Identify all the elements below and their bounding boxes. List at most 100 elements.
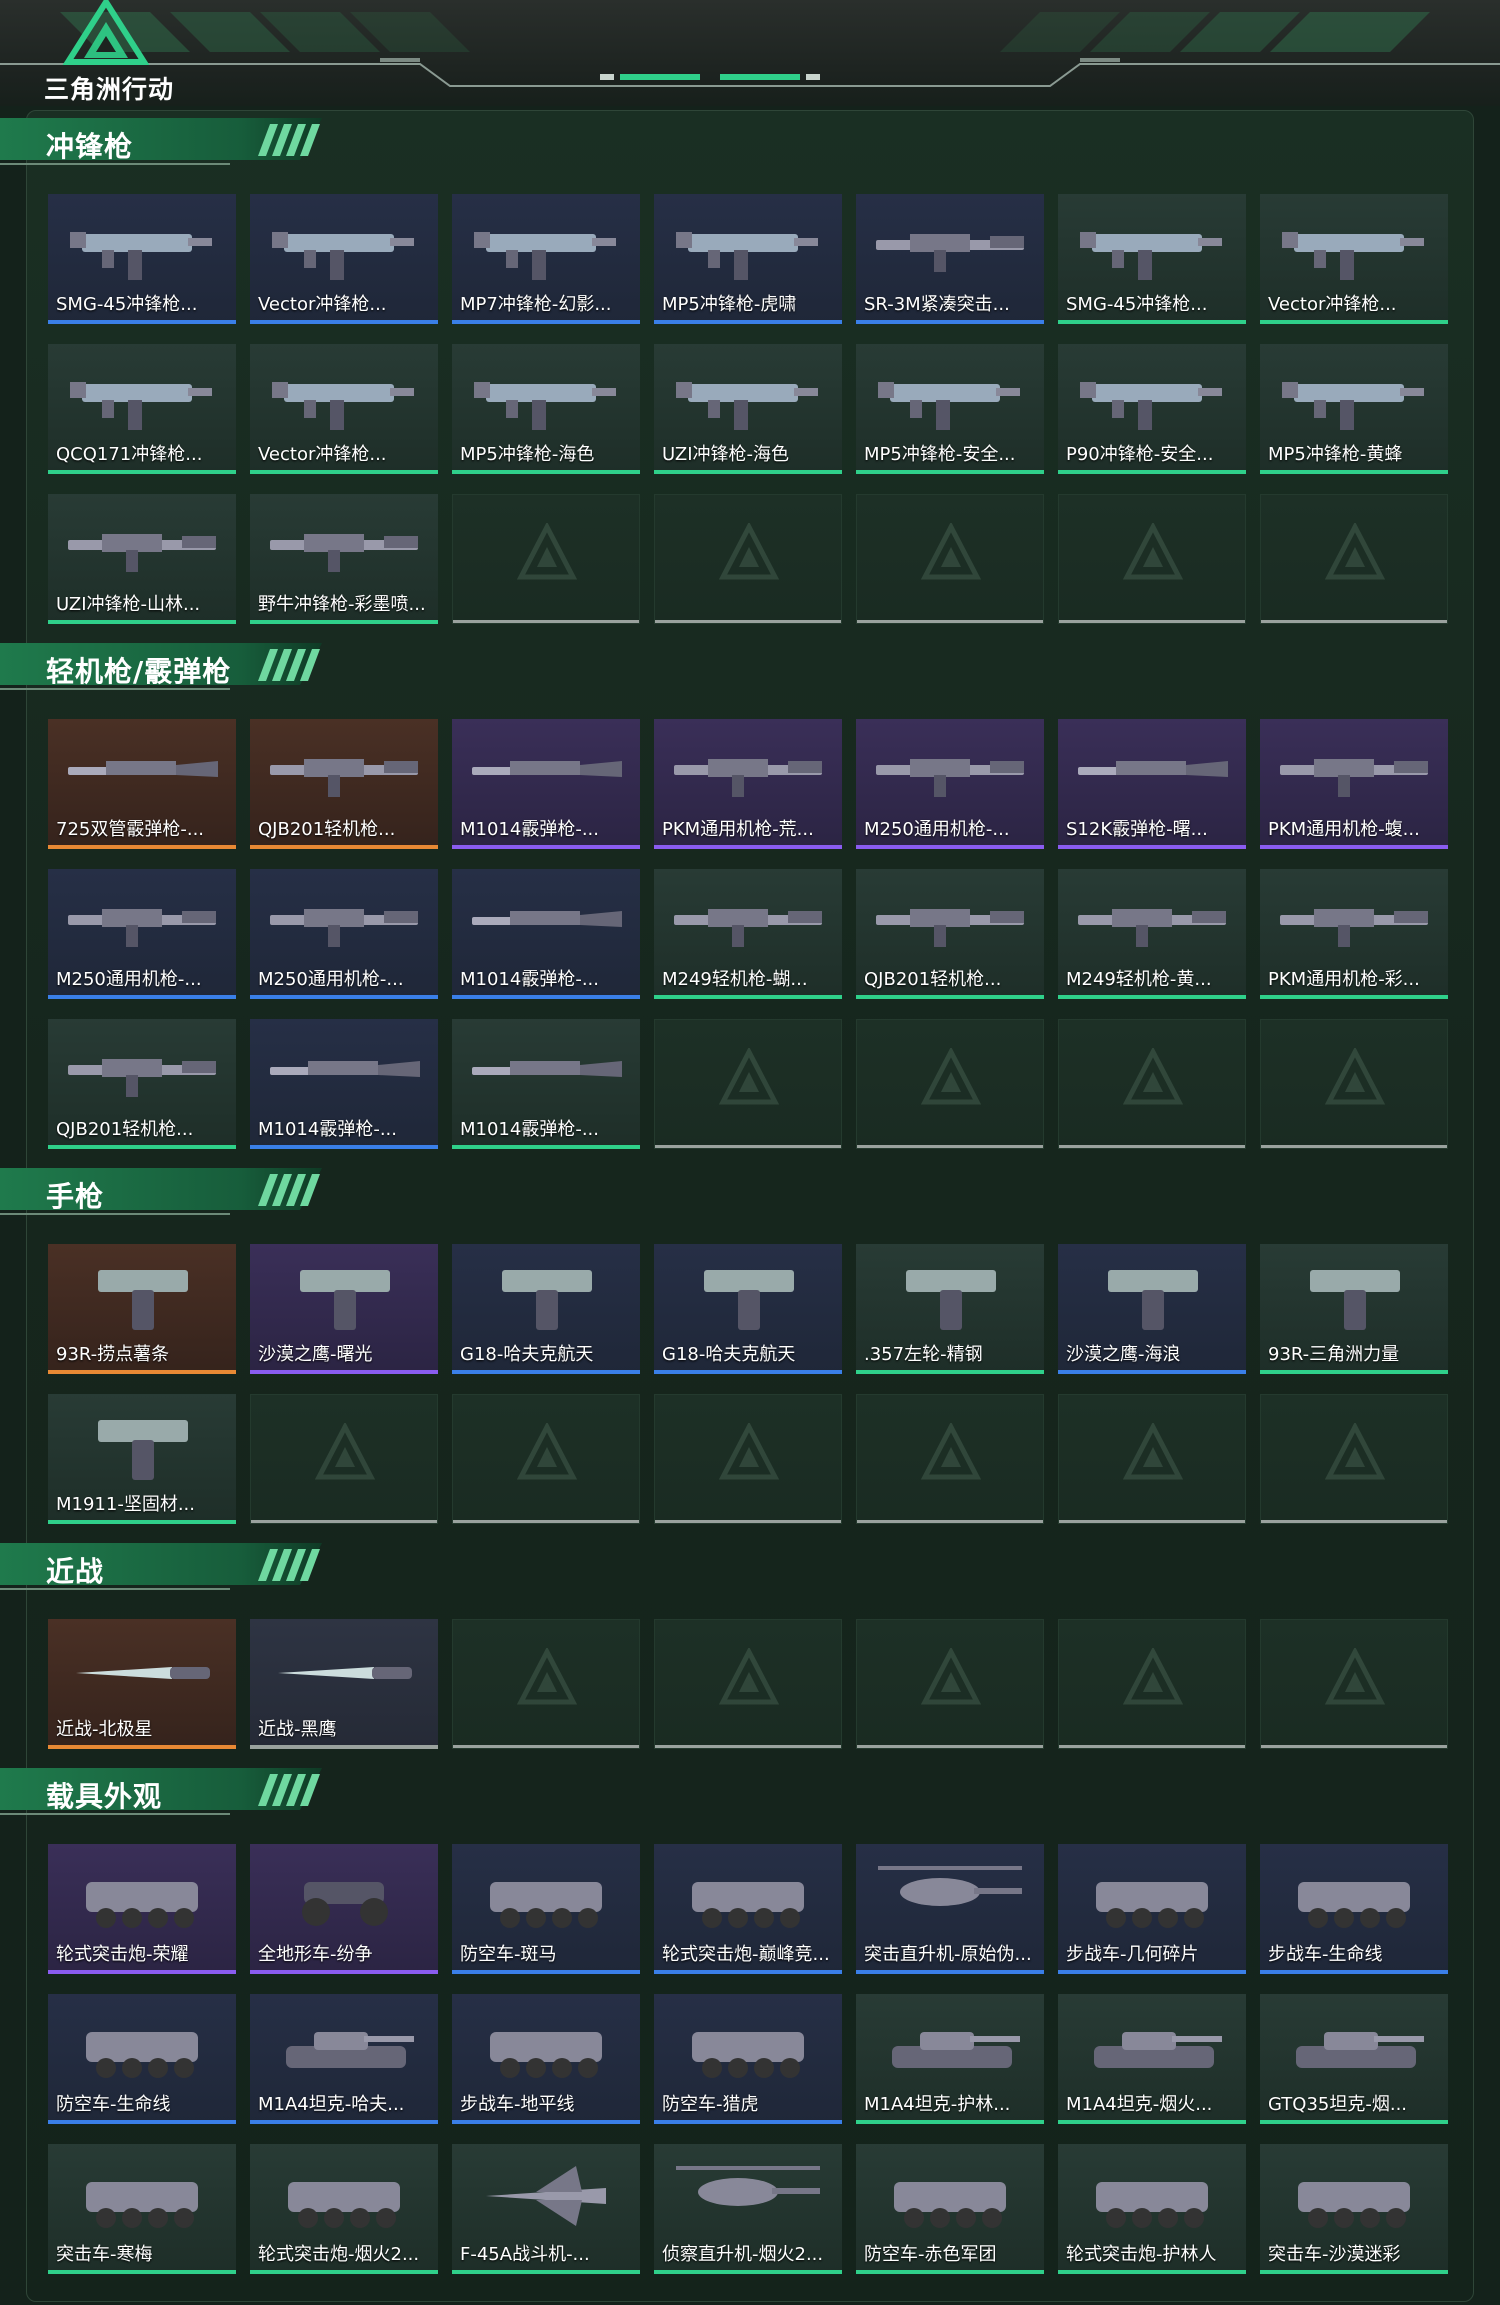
skin-name: QJB201轻机枪... — [258, 819, 396, 840]
skin-card[interactable]: 沙漠之鹰-曙光 — [250, 1244, 438, 1374]
shotgun-icon — [68, 761, 218, 777]
skin-card[interactable]: 轮式突击炮-巅峰竞... — [654, 1844, 842, 1974]
skin-name: P90冲锋枪-安全... — [1066, 444, 1214, 465]
skin-card[interactable]: MP5冲锋枪-黄蜂 — [1260, 344, 1448, 474]
skin-card[interactable]: SMG-45冲锋枪... — [48, 194, 236, 324]
skin-card[interactable]: 全地形车-纷争 — [250, 1844, 438, 1974]
skin-card[interactable]: 突击直升机-原始伪... — [856, 1844, 1044, 1974]
skin-card[interactable]: M250通用机枪-... — [250, 869, 438, 999]
armored-car-icon — [86, 2032, 198, 2078]
skin-card[interactable]: 防空车-生命线 — [48, 1994, 236, 2124]
skin-card[interactable]: PKM通用机枪-彩... — [1260, 869, 1448, 999]
skin-card[interactable]: Vector冲锋枪... — [250, 194, 438, 324]
slot-bar — [655, 1745, 841, 1748]
skin-card[interactable]: 轮式突击炮-护林人 — [1058, 2144, 1246, 2274]
skin-card[interactable]: 轮式突击炮-烟火2... — [250, 2144, 438, 2274]
rarity-bar — [1260, 470, 1448, 474]
delta-watermark-icon — [1325, 1648, 1385, 1705]
tank-icon — [892, 2032, 1020, 2068]
skin-name: 轮式突击炮-烟火2... — [258, 2244, 420, 2265]
delta-watermark-icon — [1123, 1048, 1183, 1105]
skin-name: 全地形车-纷争 — [258, 1944, 373, 1965]
skin-card[interactable]: G18-哈夫克航天 — [654, 1244, 842, 1374]
skin-card[interactable]: Vector冲锋枪... — [250, 344, 438, 474]
skin-card[interactable]: UZI冲锋枪-海色 — [654, 344, 842, 474]
skin-name: M249轻机枪-黄... — [1066, 969, 1212, 990]
skin-card[interactable]: UZI冲锋枪-山林... — [48, 494, 236, 624]
skin-card[interactable]: QJB201轻机枪... — [48, 1019, 236, 1149]
skin-card[interactable]: M1A4坦克-烟火... — [1058, 1994, 1246, 2124]
skin-card[interactable]: MP5冲锋枪-虎啸 — [654, 194, 842, 324]
pistol-icon — [1108, 1270, 1198, 1330]
skin-name: 防空车-猎虎 — [662, 2094, 759, 2115]
skin-card[interactable]: G18-哈夫克航天 — [452, 1244, 640, 1374]
empty-slot — [1260, 1619, 1448, 1749]
skin-card[interactable]: 93R-捞点薯条 — [48, 1244, 236, 1374]
skin-card[interactable]: MP5冲锋枪-海色 — [452, 344, 640, 474]
skin-card[interactable]: QJB201轻机枪... — [250, 719, 438, 849]
empty-slot — [452, 1394, 640, 1524]
skin-name: M1A4坦克-哈夫... — [258, 2094, 405, 2115]
skin-card[interactable]: M1014霰弹枪-... — [452, 719, 640, 849]
skin-card[interactable]: 近战-北极星 — [48, 1619, 236, 1749]
skin-card[interactable]: P90冲锋枪-安全... — [1058, 344, 1246, 474]
skin-card[interactable]: S12K霰弹枪-曙... — [1058, 719, 1246, 849]
skin-card[interactable]: MP5冲锋枪-安全... — [856, 344, 1044, 474]
skin-card[interactable]: M1911-坚固材... — [48, 1394, 236, 1524]
skin-card[interactable]: GTQ35坦克-烟... — [1260, 1994, 1448, 2124]
skin-card[interactable]: QJB201轻机枪... — [856, 869, 1044, 999]
shotgun-icon — [472, 1061, 622, 1077]
skin-card[interactable]: 突击车-寒梅 — [48, 2144, 236, 2274]
skin-card[interactable]: PKM通用机枪-荒... — [654, 719, 842, 849]
empty-slot — [452, 1619, 640, 1749]
skin-card[interactable]: M1014霰弹枪-... — [452, 869, 640, 999]
skin-card[interactable]: SMG-45冲锋枪... — [1058, 194, 1246, 324]
skin-card[interactable]: 近战-黑鹰 — [250, 1619, 438, 1749]
skin-name: M1A4坦克-护林... — [864, 2094, 1011, 2115]
rarity-bar — [1058, 1370, 1246, 1374]
skin-name: QCQ171冲锋枪... — [56, 444, 203, 465]
skin-card[interactable]: Vector冲锋枪... — [1260, 194, 1448, 324]
pistol-icon — [704, 1270, 794, 1330]
skin-card[interactable]: .357左轮-精钢 — [856, 1244, 1044, 1374]
skin-card[interactable]: QCQ171冲锋枪... — [48, 344, 236, 474]
skin-card[interactable]: M1014霰弹枪-... — [250, 1019, 438, 1149]
skin-card[interactable]: 防空车-赤色军团 — [856, 2144, 1044, 2274]
skin-card[interactable]: 野牛冲锋枪-彩墨喷... — [250, 494, 438, 624]
skin-card[interactable]: 步战车-几何碎片 — [1058, 1844, 1246, 1974]
skin-card[interactable]: F-45A战斗机-... — [452, 2144, 640, 2274]
skin-card[interactable]: 侦察直升机-烟火2... — [654, 2144, 842, 2274]
skin-name: G18-哈夫克航天 — [662, 1344, 796, 1365]
empty-slot — [1058, 494, 1246, 624]
top-header: 三角洲行动 — [0, 0, 1500, 106]
skin-card[interactable]: PKM通用机枪-蝮... — [1260, 719, 1448, 849]
skin-card[interactable]: 防空车-猎虎 — [654, 1994, 842, 2124]
skin-card[interactable]: 轮式突击炮-荣耀 — [48, 1844, 236, 1974]
skin-card[interactable]: M250通用机枪-... — [48, 869, 236, 999]
skin-name: 近战-北极星 — [56, 1719, 153, 1740]
skin-card[interactable]: 步战车-生命线 — [1260, 1844, 1448, 1974]
more-menu-icon[interactable] — [1482, 112, 1488, 172]
skin-card[interactable]: MP7冲锋枪-幻影... — [452, 194, 640, 324]
knife-icon — [76, 1667, 210, 1679]
skin-card[interactable]: SR-3M紧凑突击... — [856, 194, 1044, 324]
skin-card[interactable]: 突击车-沙漠迷彩 — [1260, 2144, 1448, 2274]
skin-card[interactable]: 步战车-地平线 — [452, 1994, 640, 2124]
skin-card[interactable]: 725双管霰弹枪-... — [48, 719, 236, 849]
armored-car-icon — [894, 2182, 1006, 2228]
skin-card[interactable]: M249轻机枪-黄... — [1058, 869, 1246, 999]
skin-card[interactable]: 沙漠之鹰-海浪 — [1058, 1244, 1246, 1374]
skin-name: MP5冲锋枪-黄蜂 — [1268, 444, 1403, 465]
skin-card[interactable]: 防空车-斑马 — [452, 1844, 640, 1974]
section-title: 载具外观 — [46, 1780, 163, 1813]
skin-card[interactable]: M1A4坦克-护林... — [856, 1994, 1044, 2124]
skin-card[interactable]: 93R-三角洲力量 — [1260, 1244, 1448, 1374]
slot-bar — [1261, 1520, 1447, 1523]
rarity-bar — [452, 995, 640, 999]
skin-card[interactable]: M1014霰弹枪-... — [452, 1019, 640, 1149]
skin-card[interactable]: M1A4坦克-哈夫... — [250, 1994, 438, 2124]
skin-card[interactable]: M249轻机枪-蝴... — [654, 869, 842, 999]
rarity-bar — [856, 2270, 1044, 2274]
rarity-bar — [1260, 2270, 1448, 2274]
skin-card[interactable]: M250通用机枪-... — [856, 719, 1044, 849]
